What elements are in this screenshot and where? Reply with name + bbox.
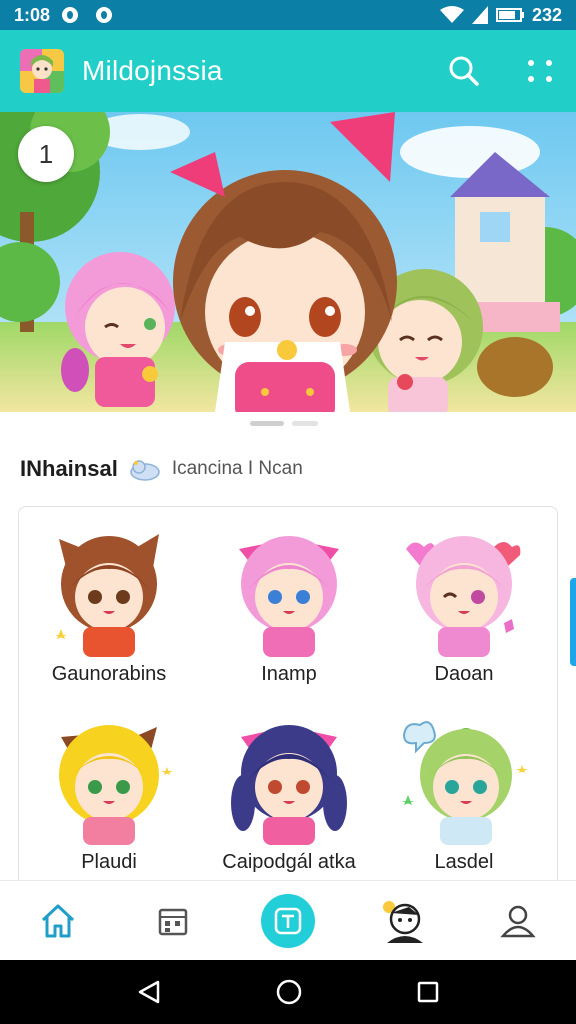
status-time: 1:08: [14, 4, 51, 25]
banner-index-badge: 1: [18, 126, 74, 182]
section-title: INhainsal: [20, 456, 118, 481]
search-button[interactable]: [444, 51, 484, 91]
character-name: Plaudi: [81, 851, 137, 873]
character-avatar: [402, 721, 528, 845]
character-card[interactable]: Inamp: [204, 513, 374, 693]
character-name: Lasdel: [434, 851, 494, 873]
character-avatar: [239, 536, 339, 657]
character-name: Daoan: [434, 663, 494, 685]
battery-icon: [495, 8, 524, 22]
banner-illustration: [0, 112, 576, 412]
notification-icon: [62, 7, 79, 23]
screen: 1:08 232 Mildojnssia 1 INhainsal Icancin…: [0, 0, 576, 1024]
search-icon: [449, 56, 479, 86]
nav-calendar[interactable]: [143, 891, 203, 951]
more-vert-icon: [528, 60, 552, 82]
app-actions: [444, 51, 560, 91]
nav-profile[interactable]: [488, 891, 548, 951]
character-card[interactable]: Caipodgál atka: [204, 701, 374, 881]
pager-dot-active[interactable]: [250, 421, 284, 426]
character-avatar: [59, 725, 173, 845]
character-grid: Gaunorabins Inamp Daoan Plaudi Caipodgál…: [18, 506, 558, 886]
pager-dot[interactable]: [292, 421, 318, 426]
nav-character[interactable]: [373, 891, 433, 951]
character-card[interactable]: Daoan: [379, 513, 549, 693]
character-name: Caipodgál atka: [222, 851, 356, 873]
banner-pager: [250, 421, 318, 426]
app-title: Mildojnssia: [82, 55, 223, 86]
character-avatar: [406, 536, 521, 657]
calendar-icon: [158, 908, 188, 935]
notification-icon: [96, 7, 113, 23]
status-right: 232: [439, 4, 562, 26]
recents-icon[interactable]: [416, 980, 440, 1004]
nav-home[interactable]: [28, 891, 88, 951]
side-drawer-handle[interactable]: [570, 578, 576, 666]
bottom-nav: [0, 880, 576, 960]
section-header: INhainsal Icancina I Ncan: [20, 452, 303, 486]
character-icon: [383, 900, 424, 943]
home-icon: [41, 904, 74, 937]
character-name: Inamp: [261, 663, 317, 685]
home-button-icon[interactable]: [275, 978, 303, 1006]
back-icon[interactable]: [136, 979, 162, 1005]
featured-banner[interactable]: 1: [0, 112, 576, 412]
profile-icon: [500, 905, 537, 937]
center-action-button[interactable]: [260, 893, 315, 948]
character-card[interactable]: Plaudi: [24, 701, 194, 881]
character-avatar: [55, 534, 159, 657]
wifi-icon: [439, 6, 464, 23]
section-subtitle: Icancina I Ncan: [171, 458, 303, 479]
character-avatar: [231, 725, 347, 845]
signal-icon: [471, 6, 488, 24]
status-bar: 1:08 232: [0, 0, 576, 30]
character-name: Gaunorabins: [51, 663, 167, 685]
cloud-sticker-icon: [130, 460, 160, 481]
battery-level: 232: [531, 4, 562, 25]
more-options-button[interactable]: [520, 51, 560, 91]
character-card[interactable]: Lasdel: [379, 701, 549, 881]
app-logo[interactable]: [20, 49, 64, 93]
center-t-icon: [274, 907, 302, 934]
app-bar: Mildojnssia: [0, 30, 576, 112]
character-card[interactable]: Gaunorabins: [24, 513, 194, 693]
nav-center[interactable]: [258, 891, 318, 951]
system-navigation-bar: [0, 960, 576, 1024]
